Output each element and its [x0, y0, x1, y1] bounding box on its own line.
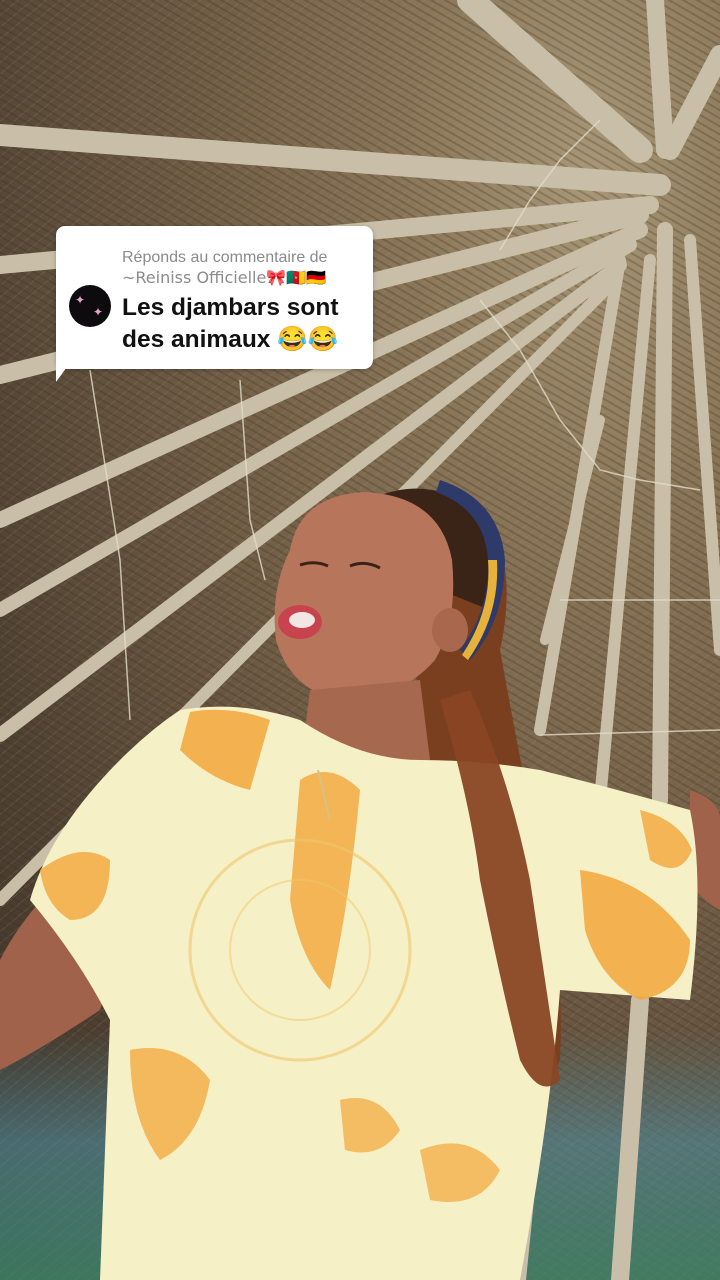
butterfly-icon: ✦: [75, 293, 86, 307]
comment-line: Les djambars sont: [122, 294, 339, 321]
reply-header-label: Réponds au commentaire de: [122, 249, 328, 266]
reply-sticker-tail: [56, 360, 72, 382]
butterfly-icon: ✦: [93, 305, 104, 319]
reply-username: ~Reiniss Officielle🎀🇨🇲🇩🇪: [122, 268, 327, 287]
reply-header: Réponds au commentaire de ~Reiniss Offic…: [122, 248, 368, 288]
reply-comment-text: Les djambars sont des animaux 😂😂: [122, 292, 368, 356]
butterfly-avatar-icon: ✦ ✦: [69, 285, 111, 327]
woman-in-tie-dye-dress: [0, 480, 720, 1280]
reply-comment-sticker[interactable]: ✦ ✦ Réponds au commentaire de ~Reiniss O…: [56, 226, 373, 369]
comment-line: des animaux 😂😂: [122, 326, 339, 353]
video-frame[interactable]: [0, 0, 720, 1280]
